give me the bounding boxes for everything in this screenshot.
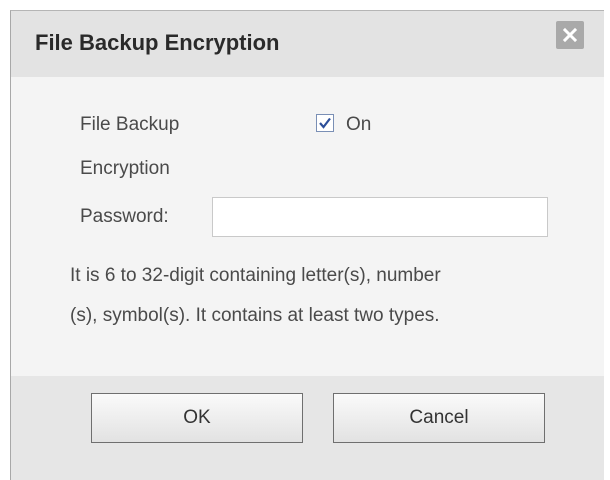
- close-icon: [562, 27, 578, 43]
- cancel-button[interactable]: Cancel: [333, 393, 545, 443]
- password-hint-line1: It is 6 to 32-digit containing letter(s)…: [70, 265, 441, 286]
- password-hint-line2: (s), symbol(s). It contains at least two…: [70, 305, 440, 326]
- encryption-label-line2: Encryption: [80, 158, 170, 179]
- checkmark-icon: [319, 117, 331, 129]
- password-input[interactable]: [212, 197, 548, 237]
- dialog-titlebar: File Backup Encryption: [11, 11, 604, 78]
- password-label: Password:: [80, 206, 169, 227]
- close-button[interactable]: [556, 21, 584, 49]
- encryption-label-line1: File Backup: [80, 114, 180, 135]
- dialog-title: File Backup Encryption: [35, 30, 280, 55]
- encryption-on-label: On: [346, 114, 372, 135]
- password-hint: It is 6 to 32-digit containing letter(s)…: [70, 256, 580, 336]
- encryption-checkbox[interactable]: [316, 114, 334, 132]
- ok-button[interactable]: OK: [91, 393, 303, 443]
